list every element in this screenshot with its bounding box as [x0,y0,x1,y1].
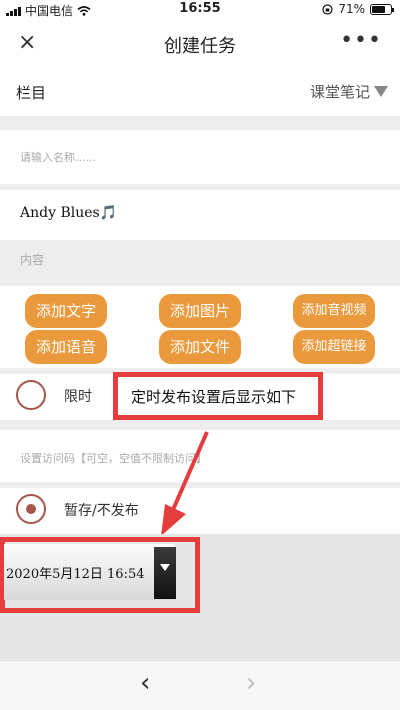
schedule-datetime-value: 2020年5月12日 16:54 [6,567,145,582]
chevron-down-icon [160,564,170,571]
forward-icon[interactable]: › [246,668,256,698]
back-icon[interactable]: ‹ [140,668,150,698]
datetime-dropdown-button[interactable] [154,547,176,599]
browser-bottom-bar [0,660,400,710]
